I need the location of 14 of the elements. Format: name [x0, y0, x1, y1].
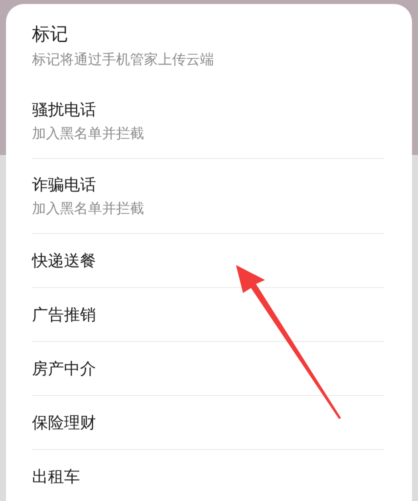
menu-item[interactable]: 诈骗电话 加入黑名单并拦截 [32, 159, 384, 234]
item-label: 保险理财 [32, 412, 97, 434]
item-label: 快递送餐 [32, 250, 97, 272]
menu-item[interactable]: 出租车 [32, 450, 384, 501]
dialog-subtitle: 标记将通过手机管家上传云端 [32, 51, 215, 70]
item-label: 广告推销 [32, 304, 97, 326]
dialog-title: 标记 [32, 23, 69, 47]
item-label: 房产中介 [32, 358, 97, 380]
item-description: 加入黑名单并拦截 [32, 125, 145, 144]
item-label: 出租车 [32, 466, 81, 488]
menu-item[interactable]: 骚扰电话 加入黑名单并拦截 [32, 84, 384, 159]
item-label: 骚扰电话 [32, 99, 97, 121]
item-label: 诈骗电话 [32, 174, 97, 196]
item-description: 加入黑名单并拦截 [32, 200, 145, 219]
